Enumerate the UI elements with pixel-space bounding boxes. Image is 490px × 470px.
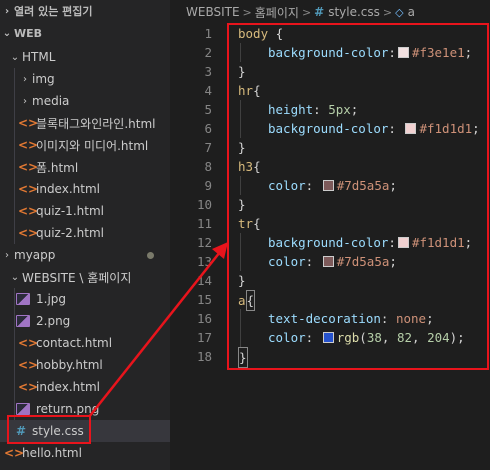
line-number: 7 xyxy=(204,140,212,155)
tree-item-label: myapp xyxy=(14,248,56,262)
chevron-right-icon: › xyxy=(23,73,27,85)
tree-item-label: img xyxy=(32,72,55,86)
css-file-icon: # xyxy=(314,5,325,19)
highlight-box-code xyxy=(227,23,489,370)
line-number: 3 xyxy=(204,64,212,79)
line-number: 12 xyxy=(196,235,212,250)
tree-file-html[interactable]: <> hello.html xyxy=(0,442,170,464)
image-file-icon xyxy=(16,403,30,415)
tree-file-html[interactable]: <> index.html xyxy=(0,376,170,398)
image-file-icon xyxy=(16,315,30,327)
tree-file-html[interactable]: <> 폼.html xyxy=(0,156,170,178)
chevron-right-icon: › xyxy=(23,95,27,107)
tree-folder-myapp[interactable]: › myapp xyxy=(0,244,170,266)
breadcrumb: WEBSITE > 홈페이지 > # style.css > ◇ a xyxy=(170,0,490,24)
tree-item-label: quiz-2.html xyxy=(36,226,104,240)
html-file-icon: <> xyxy=(18,160,39,174)
tree-file-image[interactable]: 2.png xyxy=(0,310,170,332)
tree-item-label: hobby.html xyxy=(36,358,103,372)
breadcrumb-item[interactable]: a xyxy=(408,5,415,19)
html-file-icon: <> xyxy=(18,182,39,196)
html-file-icon: <> xyxy=(18,226,39,240)
tree-file-html[interactable]: <> quiz-2.html xyxy=(0,222,170,244)
chevron-right-icon: > xyxy=(301,5,312,19)
line-number: 16 xyxy=(196,311,212,326)
workspace-header[interactable]: ⌄ WEB xyxy=(0,22,170,44)
html-file-icon: <> xyxy=(18,138,39,152)
explorer-panel: › 열려 있는 편집기 ⌄ WEB ⌄ HTML › img › media <… xyxy=(0,0,170,470)
chevron-down-icon: ⌄ xyxy=(10,271,20,283)
line-number: 18 xyxy=(196,349,212,364)
open-editors-label: 열려 있는 편집기 xyxy=(14,5,93,18)
html-file-icon: <> xyxy=(4,446,25,460)
tree-item-label: index.html xyxy=(36,380,100,394)
breadcrumb-item[interactable]: 홈페이지 xyxy=(255,4,299,21)
highlight-box-file xyxy=(7,415,91,444)
tree-item-label: HTML xyxy=(22,50,56,64)
line-number: 10 xyxy=(196,197,212,212)
tree-file-html[interactable]: <> index.html xyxy=(0,178,170,200)
breadcrumb-item[interactable]: style.css xyxy=(328,5,380,19)
tree-file-html[interactable]: <> 블록태그와인라인.html xyxy=(0,112,170,134)
tree-item-label: quiz-1.html xyxy=(36,204,104,218)
html-file-icon: <> xyxy=(18,358,39,372)
line-number: 11 xyxy=(196,216,212,231)
tree-item-label: 폼.html xyxy=(36,160,79,175)
line-number: 17 xyxy=(196,330,212,345)
tree-file-html[interactable]: <> 이미지와 미디어.html xyxy=(0,134,170,156)
html-file-icon: <> xyxy=(18,116,39,130)
html-file-icon: <> xyxy=(18,380,39,394)
tree-file-image[interactable]: 1.jpg xyxy=(0,288,170,310)
line-number: 15 xyxy=(196,292,212,307)
tree-item-label: WEBSITE \ 홈페이지 xyxy=(22,270,132,285)
workspace-label: WEB xyxy=(14,26,43,40)
chevron-down-icon: ⌄ xyxy=(10,51,20,63)
tree-item-label: 이미지와 미디어.html xyxy=(36,138,149,153)
html-file-icon: <> xyxy=(18,336,39,350)
image-file-icon xyxy=(16,293,30,305)
html-file-icon: <> xyxy=(18,204,39,218)
chevron-right-icon: › xyxy=(5,249,9,261)
tree-item-label: contact.html xyxy=(36,336,113,350)
tree-item-label: hello.html xyxy=(22,446,82,460)
line-number: 8 xyxy=(204,159,212,174)
tree-folder-html[interactable]: ⌄ HTML xyxy=(0,46,170,68)
chevron-down-icon: ⌄ xyxy=(2,27,12,39)
tree-folder-media[interactable]: › media xyxy=(0,90,170,112)
line-number: 5 xyxy=(204,102,212,117)
line-number: 13 xyxy=(196,254,212,269)
chevron-right-icon: > xyxy=(242,5,252,19)
line-number: 14 xyxy=(196,273,212,288)
breadcrumb-item[interactable]: WEBSITE xyxy=(186,5,240,19)
chevron-right-icon: › xyxy=(4,5,10,17)
tree-item-label: 2.png xyxy=(36,314,71,328)
symbol-class-icon: ◇ xyxy=(395,5,404,19)
line-number: 4 xyxy=(204,83,212,98)
tree-folder-website[interactable]: ⌄ WEBSITE \ 홈페이지 xyxy=(0,266,170,288)
tree-item-label: 블록태그와인라인.html xyxy=(36,116,156,131)
tree-file-html[interactable]: <> contact.html xyxy=(0,332,170,354)
modified-dot-icon xyxy=(147,251,154,259)
tree-item-label: index.html xyxy=(36,182,100,196)
line-number: 2 xyxy=(204,45,212,60)
tree-folder-img[interactable]: › img xyxy=(0,68,170,90)
tree-item-label: media xyxy=(32,94,70,108)
open-editors-header[interactable]: › 열려 있는 편집기 xyxy=(0,0,170,22)
line-number: 1 xyxy=(204,26,212,41)
tree-file-html[interactable]: <> quiz-1.html xyxy=(0,200,170,222)
tree-item-label: 1.jpg xyxy=(36,292,67,306)
tree-item-label: return.png xyxy=(36,402,100,416)
chevron-right-icon: > xyxy=(382,5,393,19)
line-number: 9 xyxy=(204,178,212,193)
line-number: 6 xyxy=(204,121,212,136)
tree-file-html[interactable]: <> hobby.html xyxy=(0,354,170,376)
